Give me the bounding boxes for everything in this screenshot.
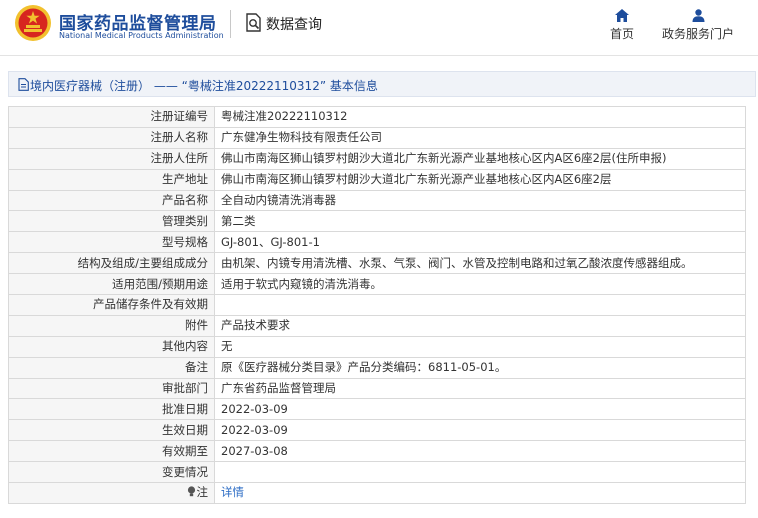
field-label: 生产地址 [8,168,215,191]
field-value: 全自动内镜清洗消毒器 [214,189,746,212]
field-value: 第二类 [214,210,746,233]
field-label: 注册人名称 [8,126,215,149]
breadcrumb-text: 境内医疗器械（注册） —— “粤械注准20222110312” 基本信息 [30,79,378,93]
field-value: 由机架、内镜专用清洗槽、水泵、气泵、阀门、水管及控制电路和过氧乙酸浓度传感器组成… [214,252,746,275]
table-row: 批准日期 2022-03-09 [8,398,746,421]
field-value: 2027-03-08 [214,440,746,463]
field-value: 广东省药品监督管理局 [214,377,746,400]
field-value: 2022-03-09 [214,419,746,442]
field-value: 佛山市南海区狮山镇罗村朗沙大道北广东新光源产业基地核心区内A区6座2层 [214,168,746,191]
note-row: 注详情 [8,482,746,504]
page-title: 数据查询 [266,17,322,33]
field-label: 注册证编号 [8,106,215,128]
field-label: 附件 [8,314,215,337]
note-label: 注 [196,485,209,500]
table-row: 产品名称 全自动内镜清洗消毒器 [8,189,746,212]
field-label: 审批部门 [8,377,215,400]
field-label: 适用范围/预期用途 [8,273,215,296]
data-query-icon [246,13,261,32]
field-value: 适用于软式内窥镜的清洗消毒。 [214,273,746,296]
field-label: 产品储存条件及有效期 [8,294,215,316]
table-row: 结构及组成/主要组成成分 由机架、内镜专用清洗槽、水泵、气泵、阀门、水管及控制电路… [8,252,746,275]
field-label: 变更情况 [8,461,215,484]
brand-name-en: National Medical Products Administration [59,31,224,40]
field-value: 2022-03-09 [214,398,746,421]
table-row: 备注 原《医疗器械分类目录》产品分类编码：6811-05-01。 [8,356,746,379]
document-icon [18,78,29,91]
field-label: 备注 [8,356,215,379]
table-row: 产品储存条件及有效期 [8,294,746,316]
field-label: 有效期至 [8,440,215,463]
field-value: 原《医疗器械分类目录》产品分类编码：6811-05-01。 [214,356,746,379]
field-label: 批准日期 [8,398,215,421]
field-label: 管理类别 [8,210,215,233]
table-row: 适用范围/预期用途 适用于软式内窥镜的清洗消毒。 [8,273,746,296]
table-row: 注册人名称 广东健净生物科技有限责任公司 [8,126,746,149]
field-label: 结构及组成/主要组成成分 [8,252,215,275]
table-row: 注册证编号 粤械注准20222110312 [8,106,746,128]
field-value: 粤械注准20222110312 [214,106,746,128]
table-row: 变更情况 [8,461,746,484]
table-row: 注册人住所 佛山市南海区狮山镇罗村朗沙大道北广东新光源产业基地核心区内A区6座2层… [8,147,746,170]
table-row: 其他内容无 [8,335,746,358]
field-value: 广东健净生物科技有限责任公司 [214,126,746,149]
table-row: 附件 产品技术要求 [8,314,746,337]
national-emblem-icon [15,5,51,41]
field-value: 产品技术要求 [214,314,746,337]
field-label: 其他内容 [8,335,215,358]
field-value: GJ-801、GJ-801-1 [214,231,746,254]
note-label-cell: 注 [8,482,215,504]
header-divider [230,10,231,38]
table-row: 生效日期 2022-03-09 [8,419,746,442]
nav-service-portal-link[interactable]: 政务服务门户 [659,9,737,42]
table-row: 型号规格 GJ-801、GJ-801-1 [8,231,746,254]
site-header: 国家药品监督管理局 National Medical Products Admi… [0,0,758,56]
table-row: 审批部门 广东省药品监督管理局 [8,377,746,400]
field-value [214,461,746,484]
nav-home-label: 首页 [609,27,634,41]
field-label: 产品名称 [8,189,215,212]
table-row: 生产地址 佛山市南海区狮山镇罗村朗沙大道北广东新光源产业基地核心区内A区6座2层 [8,168,746,191]
field-label: 型号规格 [8,231,215,254]
nav-home-link[interactable]: 首页 [605,9,639,42]
registration-info-table: 注册证编号 粤械注准20222110312 注册人名称 广东健净生物科技有限责任公司注… [8,106,746,504]
field-value: 无 [214,335,746,358]
table-row: 有效期至 2027-03-08 [8,440,746,463]
field-label: 注册人住所 [8,147,215,170]
field-value: 佛山市南海区狮山镇罗村朗沙大道北广东新光源产业基地核心区内A区6座2层(住所申报… [214,147,746,170]
details-link[interactable]: 详情 [214,482,746,504]
home-icon [615,9,629,22]
field-value [214,294,746,316]
breadcrumb: 境内医疗器械（注册） —— “粤械注准20222110312” 基本信息 [8,71,756,97]
field-label: 生效日期 [8,419,215,442]
table-row: 管理类别 第二类 [8,210,746,233]
nav-service-label: 政务服务门户 [661,27,734,41]
user-icon [692,9,704,22]
lightbulb-icon [187,486,195,497]
